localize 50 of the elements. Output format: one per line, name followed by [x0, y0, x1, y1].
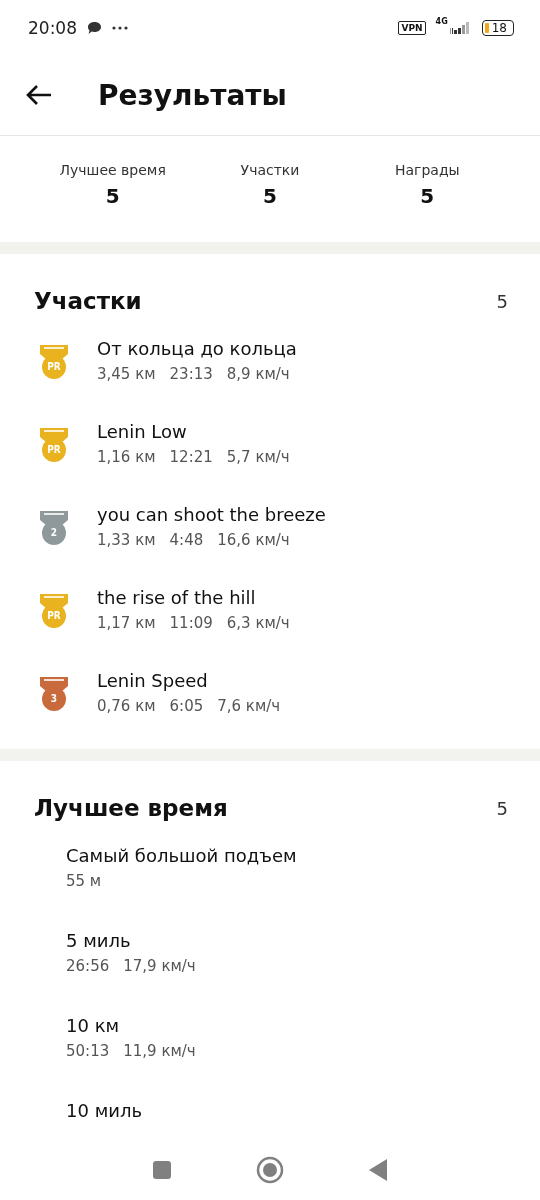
segment-name[interactable]: the rise of the hill [97, 587, 290, 608]
status-time: 20:08 [28, 17, 77, 38]
best-time-stat: 26:56 [66, 957, 110, 975]
vpn-indicator: VPN [398, 20, 426, 35]
page-title: Результаты [98, 78, 287, 112]
stat-label: Участки [240, 162, 300, 178]
network-type: 4G [435, 17, 448, 26]
segment-name[interactable]: От кольца до кольца [97, 338, 297, 359]
best-time-stat: 17,9 км/ч [123, 957, 196, 975]
section-count: 5 [496, 290, 508, 312]
stat-value: 5 [105, 184, 120, 208]
segment-stat: 8,9 км/ч [226, 365, 290, 383]
segment-stat: 0,76 км [97, 697, 156, 715]
best-time-stat: 11,9 км/ч [123, 1042, 196, 1060]
recents-button[interactable] [152, 1160, 172, 1180]
more-icon [112, 25, 128, 30]
best-time-name[interactable]: 5 миль [66, 930, 196, 951]
section-title: Лучшее время [34, 795, 228, 821]
segment-stat: 11:09 [169, 614, 213, 632]
segment-stat: 4:48 [169, 531, 204, 549]
stat-value: 5 [420, 184, 435, 208]
segment-stat: 7,6 км/ч [217, 697, 281, 715]
segment-stat: 12:21 [169, 448, 213, 466]
segment-stat: 1,17 км [97, 614, 156, 632]
best-time-name[interactable]: 10 км [66, 1015, 196, 1036]
segment-stat: 6,3 км/ч [226, 614, 290, 632]
segment-stat: 16,6 км/ч [217, 531, 290, 549]
best-time-name[interactable]: 10 миль [66, 1100, 143, 1121]
segment-stat: 1,33 км [97, 531, 156, 549]
segment-stat: 6:05 [169, 697, 204, 715]
section-count: 5 [496, 797, 508, 819]
segment-stat: 23:13 [169, 365, 213, 383]
best-time-name[interactable]: Самый большой подъем [66, 845, 297, 866]
home-button[interactable] [256, 1156, 284, 1184]
battery-indicator: 18 [481, 19, 514, 36]
segment-name[interactable]: Lenin Speed [97, 670, 281, 691]
segment-stat: 5,7 км/ч [226, 448, 290, 466]
segment-name[interactable]: you can shoot the breeze [97, 504, 326, 525]
segment-stat: 3,45 км [97, 365, 156, 383]
segment-name[interactable]: Lenin Low [97, 421, 290, 442]
back-nav-button[interactable] [368, 1158, 388, 1182]
best-time-stat: 50:13 [66, 1042, 110, 1060]
signal-icon [449, 21, 472, 34]
stat-label: Награды [395, 162, 460, 178]
chat-icon [87, 20, 102, 35]
stat-value: 5 [263, 184, 277, 208]
best-time-stat: 55 м [66, 872, 102, 890]
stat-label: Лучшее время [59, 162, 166, 178]
section-title: Участки [34, 288, 142, 314]
segment-stat: 1,16 км [97, 448, 156, 466]
